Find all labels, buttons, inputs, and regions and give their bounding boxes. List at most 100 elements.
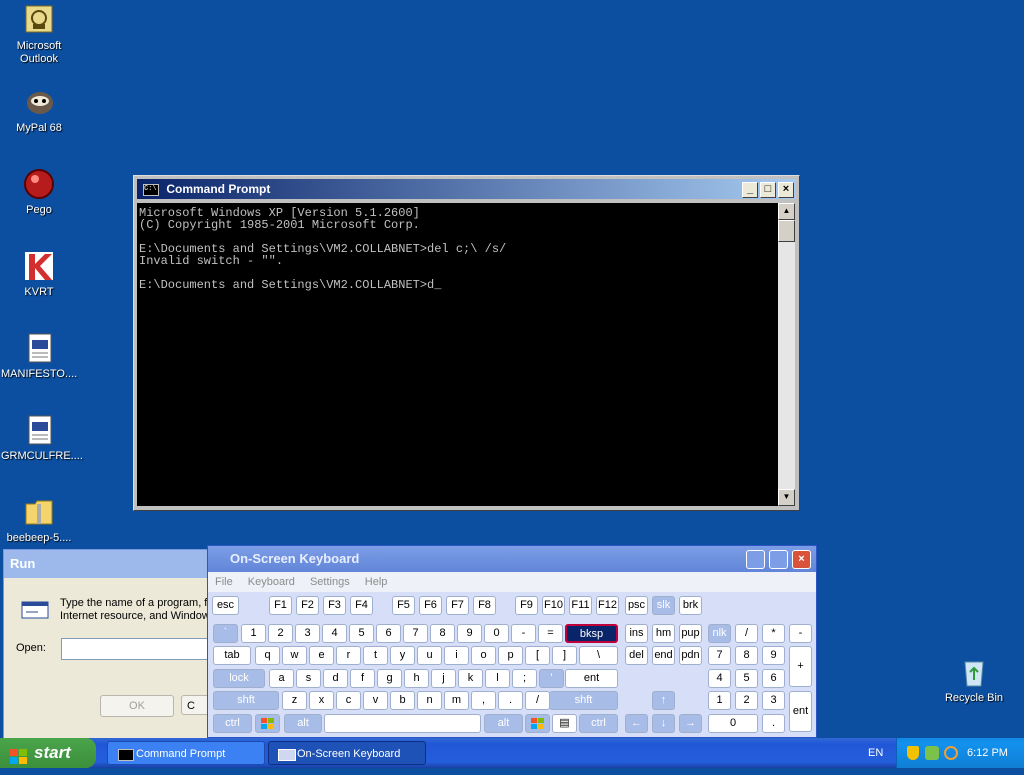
key-semicolon[interactable]: ; bbox=[512, 669, 537, 688]
key-enter[interactable]: ent bbox=[565, 669, 618, 688]
key-f7[interactable]: F7 bbox=[446, 596, 469, 615]
key-y[interactable]: y bbox=[390, 646, 415, 665]
security-shield-icon[interactable] bbox=[907, 746, 919, 760]
desktop-icon-recycle-bin[interactable]: Recycle Bin bbox=[936, 656, 1012, 705]
key-num-enter[interactable]: ent bbox=[789, 691, 812, 732]
key-f6[interactable]: F6 bbox=[419, 596, 442, 615]
key-f9[interactable]: F9 bbox=[515, 596, 538, 615]
key-comma[interactable]: , bbox=[471, 691, 496, 710]
key-0[interactable]: 0 bbox=[484, 624, 509, 643]
key-psc[interactable]: psc bbox=[625, 596, 648, 615]
console-output[interactable]: Microsoft Windows XP [Version 5.1.2600](… bbox=[137, 203, 778, 506]
ok-button[interactable]: OK bbox=[100, 695, 174, 717]
key-del[interactable]: del bbox=[625, 646, 648, 665]
key-h[interactable]: h bbox=[404, 669, 429, 688]
key-8[interactable]: 8 bbox=[430, 624, 455, 643]
key-9[interactable]: 9 bbox=[457, 624, 482, 643]
key-arrow-up[interactable]: ↑ bbox=[652, 691, 675, 710]
clock[interactable]: 6:12 PM bbox=[967, 738, 1008, 768]
key-capslock[interactable]: lock bbox=[213, 669, 265, 688]
console-scrollbar[interactable]: ▲ ▼ bbox=[778, 203, 795, 506]
cmd-titlebar[interactable]: C:\ Command Prompt bbox=[137, 179, 796, 199]
key-minus[interactable]: - bbox=[511, 624, 536, 643]
key-4[interactable]: 4 bbox=[322, 624, 347, 643]
key-2[interactable]: 2 bbox=[268, 624, 293, 643]
key-q[interactable]: q bbox=[255, 646, 280, 665]
key-f12[interactable]: F12 bbox=[596, 596, 619, 615]
key-quote[interactable]: ' bbox=[539, 669, 564, 688]
key-lalt[interactable]: alt bbox=[284, 714, 322, 733]
desktop-icon-manifesto[interactable]: MANIFESTO.... bbox=[1, 332, 77, 381]
key-f11[interactable]: F11 bbox=[569, 596, 592, 615]
key-i[interactable]: i bbox=[444, 646, 469, 665]
task-on-screen-keyboard[interactable]: On-Screen Keyboard bbox=[268, 741, 426, 765]
key-home[interactable]: hm bbox=[652, 624, 675, 643]
key-num-4[interactable]: 4 bbox=[708, 669, 731, 688]
key-g[interactable]: g bbox=[377, 669, 402, 688]
key-num-5[interactable]: 5 bbox=[735, 669, 758, 688]
key-r[interactable]: r bbox=[336, 646, 361, 665]
key-period[interactable]: . bbox=[498, 691, 523, 710]
desktop-icon-beebeep[interactable]: beebeep-5.... bbox=[1, 496, 77, 545]
key-space[interactable] bbox=[324, 714, 481, 733]
menu-file[interactable]: File bbox=[215, 576, 233, 588]
desktop-icon-mypal[interactable]: MyPal 68 bbox=[1, 86, 77, 135]
key-f4[interactable]: F4 bbox=[350, 596, 373, 615]
key-f5[interactable]: F5 bbox=[392, 596, 415, 615]
key-5[interactable]: 5 bbox=[349, 624, 374, 643]
search-icon[interactable] bbox=[944, 746, 958, 760]
desktop-icon-outlook[interactable]: Microsoft Outlook bbox=[1, 4, 77, 66]
key-f2[interactable]: F2 bbox=[296, 596, 319, 615]
key-f10[interactable]: F10 bbox=[542, 596, 565, 615]
menu-help[interactable]: Help bbox=[365, 576, 388, 588]
key-brk[interactable]: brk bbox=[679, 596, 702, 615]
key-num-multiply[interactable]: * bbox=[762, 624, 785, 643]
key-s[interactable]: s bbox=[296, 669, 321, 688]
key-j[interactable]: j bbox=[431, 669, 456, 688]
key-c[interactable]: c bbox=[336, 691, 361, 710]
key-f8[interactable]: F8 bbox=[473, 596, 496, 615]
scroll-thumb[interactable] bbox=[778, 220, 795, 242]
key-a[interactable]: a bbox=[269, 669, 294, 688]
key-pgup[interactable]: pup bbox=[679, 624, 702, 643]
key-num-divide[interactable]: / bbox=[735, 624, 758, 643]
key-u[interactable]: u bbox=[417, 646, 442, 665]
task-command-prompt[interactable]: Command Prompt bbox=[107, 741, 265, 765]
key-num-minus[interactable]: - bbox=[789, 624, 812, 643]
key-arrow-left[interactable]: ← bbox=[625, 714, 648, 733]
key-b[interactable]: b bbox=[390, 691, 415, 710]
key-num-0[interactable]: 0 bbox=[708, 714, 758, 733]
key-z[interactable]: z bbox=[282, 691, 307, 710]
key-6[interactable]: 6 bbox=[376, 624, 401, 643]
key-d[interactable]: d bbox=[323, 669, 348, 688]
key-end[interactable]: end bbox=[652, 646, 675, 665]
key-num-9[interactable]: 9 bbox=[762, 646, 785, 665]
key-l[interactable]: l bbox=[485, 669, 510, 688]
key-rwin[interactable] bbox=[525, 714, 550, 733]
key-x[interactable]: x bbox=[309, 691, 334, 710]
key-o[interactable]: o bbox=[471, 646, 496, 665]
key-backspace[interactable]: bksp bbox=[565, 624, 618, 643]
language-indicator[interactable]: EN bbox=[868, 738, 883, 768]
key-k[interactable]: k bbox=[458, 669, 483, 688]
key-num-6[interactable]: 6 bbox=[762, 669, 785, 688]
minimize-button[interactable]: _ bbox=[742, 182, 758, 198]
osk-titlebar[interactable]: On-Screen Keyboard bbox=[208, 546, 816, 572]
key-esc[interactable]: esc bbox=[212, 596, 239, 615]
key-3[interactable]: 3 bbox=[295, 624, 320, 643]
key-f3[interactable]: F3 bbox=[323, 596, 346, 615]
menu-keyboard[interactable]: Keyboard bbox=[248, 576, 295, 588]
network-icon[interactable] bbox=[925, 746, 939, 760]
key-slash[interactable]: / bbox=[525, 691, 550, 710]
key-pgdn[interactable]: pdn bbox=[679, 646, 702, 665]
key-arrow-right[interactable]: → bbox=[679, 714, 702, 733]
key-tab[interactable]: tab bbox=[213, 646, 251, 665]
key-num-plus[interactable]: + bbox=[789, 646, 812, 687]
key-w[interactable]: w bbox=[282, 646, 307, 665]
key-v[interactable]: v bbox=[363, 691, 388, 710]
key-rctrl[interactable]: ctrl bbox=[579, 714, 618, 733]
key-lshift[interactable]: shft bbox=[213, 691, 279, 710]
key-num-2[interactable]: 2 bbox=[735, 691, 758, 710]
scroll-down-arrow-icon[interactable]: ▼ bbox=[778, 489, 795, 506]
key-arrow-down[interactable]: ↓ bbox=[652, 714, 675, 733]
